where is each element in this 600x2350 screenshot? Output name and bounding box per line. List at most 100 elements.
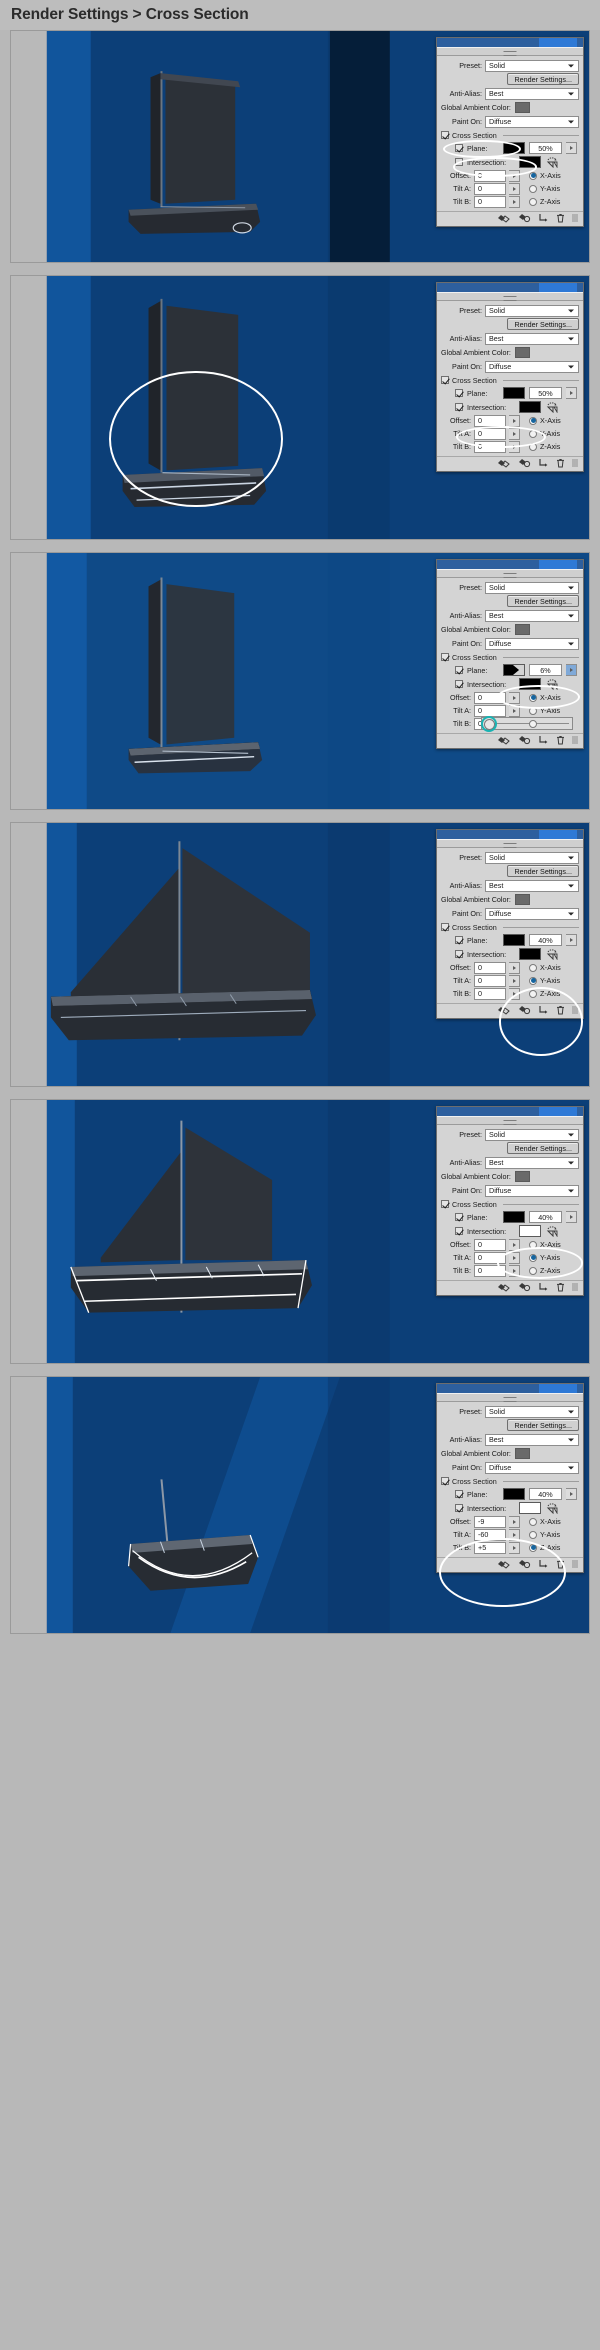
y-axis-option[interactable]: Y-Axis xyxy=(529,429,560,438)
panel-grip-icon[interactable] xyxy=(572,735,578,747)
delete-light-icon[interactable] xyxy=(556,1282,565,1294)
render-settings-button[interactable]: Render Settings... xyxy=(507,73,579,85)
anti-alias-select[interactable]: Best xyxy=(485,879,579,892)
plane-opacity-spinner[interactable] xyxy=(566,387,577,399)
render-settings-panel[interactable]: Preset: Solid Render Settings... Anti-Al… xyxy=(436,37,584,227)
plane-opacity-spinner[interactable] xyxy=(566,1211,577,1223)
plane-checkbox[interactable] xyxy=(455,389,463,397)
panel-active-tab[interactable] xyxy=(539,560,577,569)
render-settings-panel[interactable]: Preset: Solid Render Settings... Anti-Al… xyxy=(436,829,584,1019)
preset-select[interactable]: Solid xyxy=(485,304,579,317)
flip-intersection-icon[interactable] xyxy=(545,401,558,413)
paint-on-select[interactable]: Diffuse xyxy=(485,360,579,373)
plane-color-swatch[interactable] xyxy=(503,664,525,676)
flip-intersection-icon[interactable] xyxy=(545,156,558,168)
plane-opacity-field[interactable]: 40% xyxy=(529,1211,562,1223)
y-axis-radio[interactable] xyxy=(529,1253,537,1262)
paint-on-select[interactable]: Diffuse xyxy=(485,115,579,128)
offset-spinner[interactable] xyxy=(509,1238,520,1251)
panel-active-tab[interactable] xyxy=(539,1107,577,1116)
render-settings-panel[interactable]: Preset: Solid Render Settings... Anti-Al… xyxy=(436,1383,584,1573)
z-axis-option[interactable]: Z-Axis xyxy=(529,442,560,451)
tilt-a-field[interactable]: -60 xyxy=(474,1528,506,1541)
plane-opacity-slider-popup[interactable] xyxy=(481,716,573,732)
cross-section-checkbox[interactable] xyxy=(441,923,449,931)
tilt-b-spinner[interactable] xyxy=(509,440,520,453)
panel-grip-bar[interactable] xyxy=(437,1393,583,1402)
anti-alias-select[interactable]: Best xyxy=(485,1156,579,1169)
paint-on-select[interactable]: Diffuse xyxy=(485,1184,579,1197)
plane-opacity-spinner[interactable] xyxy=(566,142,577,154)
plane-checkbox[interactable] xyxy=(455,936,463,944)
anti-alias-select[interactable]: Best xyxy=(485,1433,579,1446)
render-settings-button[interactable]: Render Settings... xyxy=(507,595,579,607)
tilt-b-spinner[interactable] xyxy=(509,195,520,208)
cross-section-checkbox[interactable] xyxy=(441,653,449,661)
cross-section-checkbox[interactable] xyxy=(441,1477,449,1485)
new-light-icon[interactable] xyxy=(538,1005,549,1017)
flip-intersection-icon[interactable] xyxy=(545,1225,558,1237)
render-settings-button[interactable]: Render Settings... xyxy=(507,1142,579,1154)
panel-active-tab[interactable] xyxy=(539,830,577,839)
preset-select[interactable]: Solid xyxy=(485,851,579,864)
tilt-b-spinner[interactable] xyxy=(509,987,520,1000)
delete-light-icon[interactable] xyxy=(556,213,565,225)
toggle-light-icon[interactable] xyxy=(518,1559,531,1571)
preset-select[interactable]: Solid xyxy=(485,581,579,594)
new-light-icon[interactable] xyxy=(538,458,549,470)
anti-alias-select[interactable]: Best xyxy=(485,87,579,100)
render-settings-panel[interactable]: Preset: Solid Render Settings... Anti-Al… xyxy=(436,1106,584,1296)
panel-grip-icon[interactable] xyxy=(572,1559,578,1571)
new-light-icon[interactable] xyxy=(538,213,549,225)
offset-field[interactable]: 0 xyxy=(474,961,506,974)
intersection-color-swatch[interactable] xyxy=(519,1502,541,1514)
y-axis-radio[interactable] xyxy=(529,184,537,193)
intersection-color-swatch[interactable] xyxy=(519,401,541,413)
z-axis-radio[interactable] xyxy=(529,442,537,451)
toggle-ground-plane-icon[interactable] xyxy=(497,213,511,225)
render-settings-button[interactable]: Render Settings... xyxy=(507,865,579,877)
panel-grip-bar[interactable] xyxy=(437,1116,583,1125)
plane-color-swatch[interactable] xyxy=(503,934,525,946)
x-axis-radio[interactable] xyxy=(529,693,537,702)
x-axis-radio[interactable] xyxy=(529,1240,537,1249)
panel-grip-bar[interactable] xyxy=(437,569,583,578)
tilt-b-spinner[interactable] xyxy=(509,1264,520,1277)
slider-track[interactable] xyxy=(485,723,569,724)
cross-section-checkbox[interactable] xyxy=(441,1200,449,1208)
tilt-b-field[interactable]: 0 xyxy=(474,195,506,208)
plane-color-swatch[interactable] xyxy=(503,387,525,399)
tilt-a-spinner[interactable] xyxy=(509,704,520,717)
y-axis-radio[interactable] xyxy=(529,706,537,715)
global-ambient-color-swatch[interactable] xyxy=(514,347,530,358)
render-settings-panel[interactable]: Preset: Solid Render Settings... Anti-Al… xyxy=(436,282,584,472)
z-axis-radio[interactable] xyxy=(529,1266,537,1275)
paint-on-select[interactable]: Diffuse xyxy=(485,907,579,920)
z-axis-radio[interactable] xyxy=(529,989,537,998)
paint-on-select[interactable]: Diffuse xyxy=(485,637,579,650)
toggle-light-icon[interactable] xyxy=(518,1282,531,1294)
y-axis-option[interactable]: Y-Axis xyxy=(529,184,560,193)
z-axis-radio[interactable] xyxy=(529,1543,537,1552)
plane-opacity-field[interactable]: 50% xyxy=(529,142,562,154)
z-axis-option[interactable]: Z-Axis xyxy=(529,1543,560,1552)
z-axis-radio[interactable] xyxy=(529,719,537,728)
plane-opacity-field[interactable]: 50% xyxy=(529,387,562,399)
z-axis-option[interactable]: Z-Axis xyxy=(529,989,560,998)
z-axis-option[interactable]: Z-Axis xyxy=(529,197,560,206)
render-settings-button[interactable]: Render Settings... xyxy=(507,1419,579,1431)
intersection-color-swatch[interactable] xyxy=(519,156,541,168)
offset-spinner[interactable] xyxy=(509,1515,520,1528)
global-ambient-color-swatch[interactable] xyxy=(514,894,530,905)
delete-light-icon[interactable] xyxy=(556,735,565,747)
y-axis-option[interactable]: Y-Axis xyxy=(529,706,560,715)
panel-grip-bar[interactable] xyxy=(437,292,583,301)
offset-spinner[interactable] xyxy=(509,414,520,427)
toggle-ground-plane-icon[interactable] xyxy=(497,1282,511,1294)
intersection-checkbox[interactable] xyxy=(455,403,463,411)
y-axis-option[interactable]: Y-Axis xyxy=(529,976,560,985)
flip-intersection-icon[interactable] xyxy=(545,1502,558,1514)
plane-opacity-spinner[interactable] xyxy=(566,664,577,676)
z-axis-option[interactable]: Z-Axis xyxy=(529,1266,560,1275)
x-axis-radio[interactable] xyxy=(529,416,537,425)
